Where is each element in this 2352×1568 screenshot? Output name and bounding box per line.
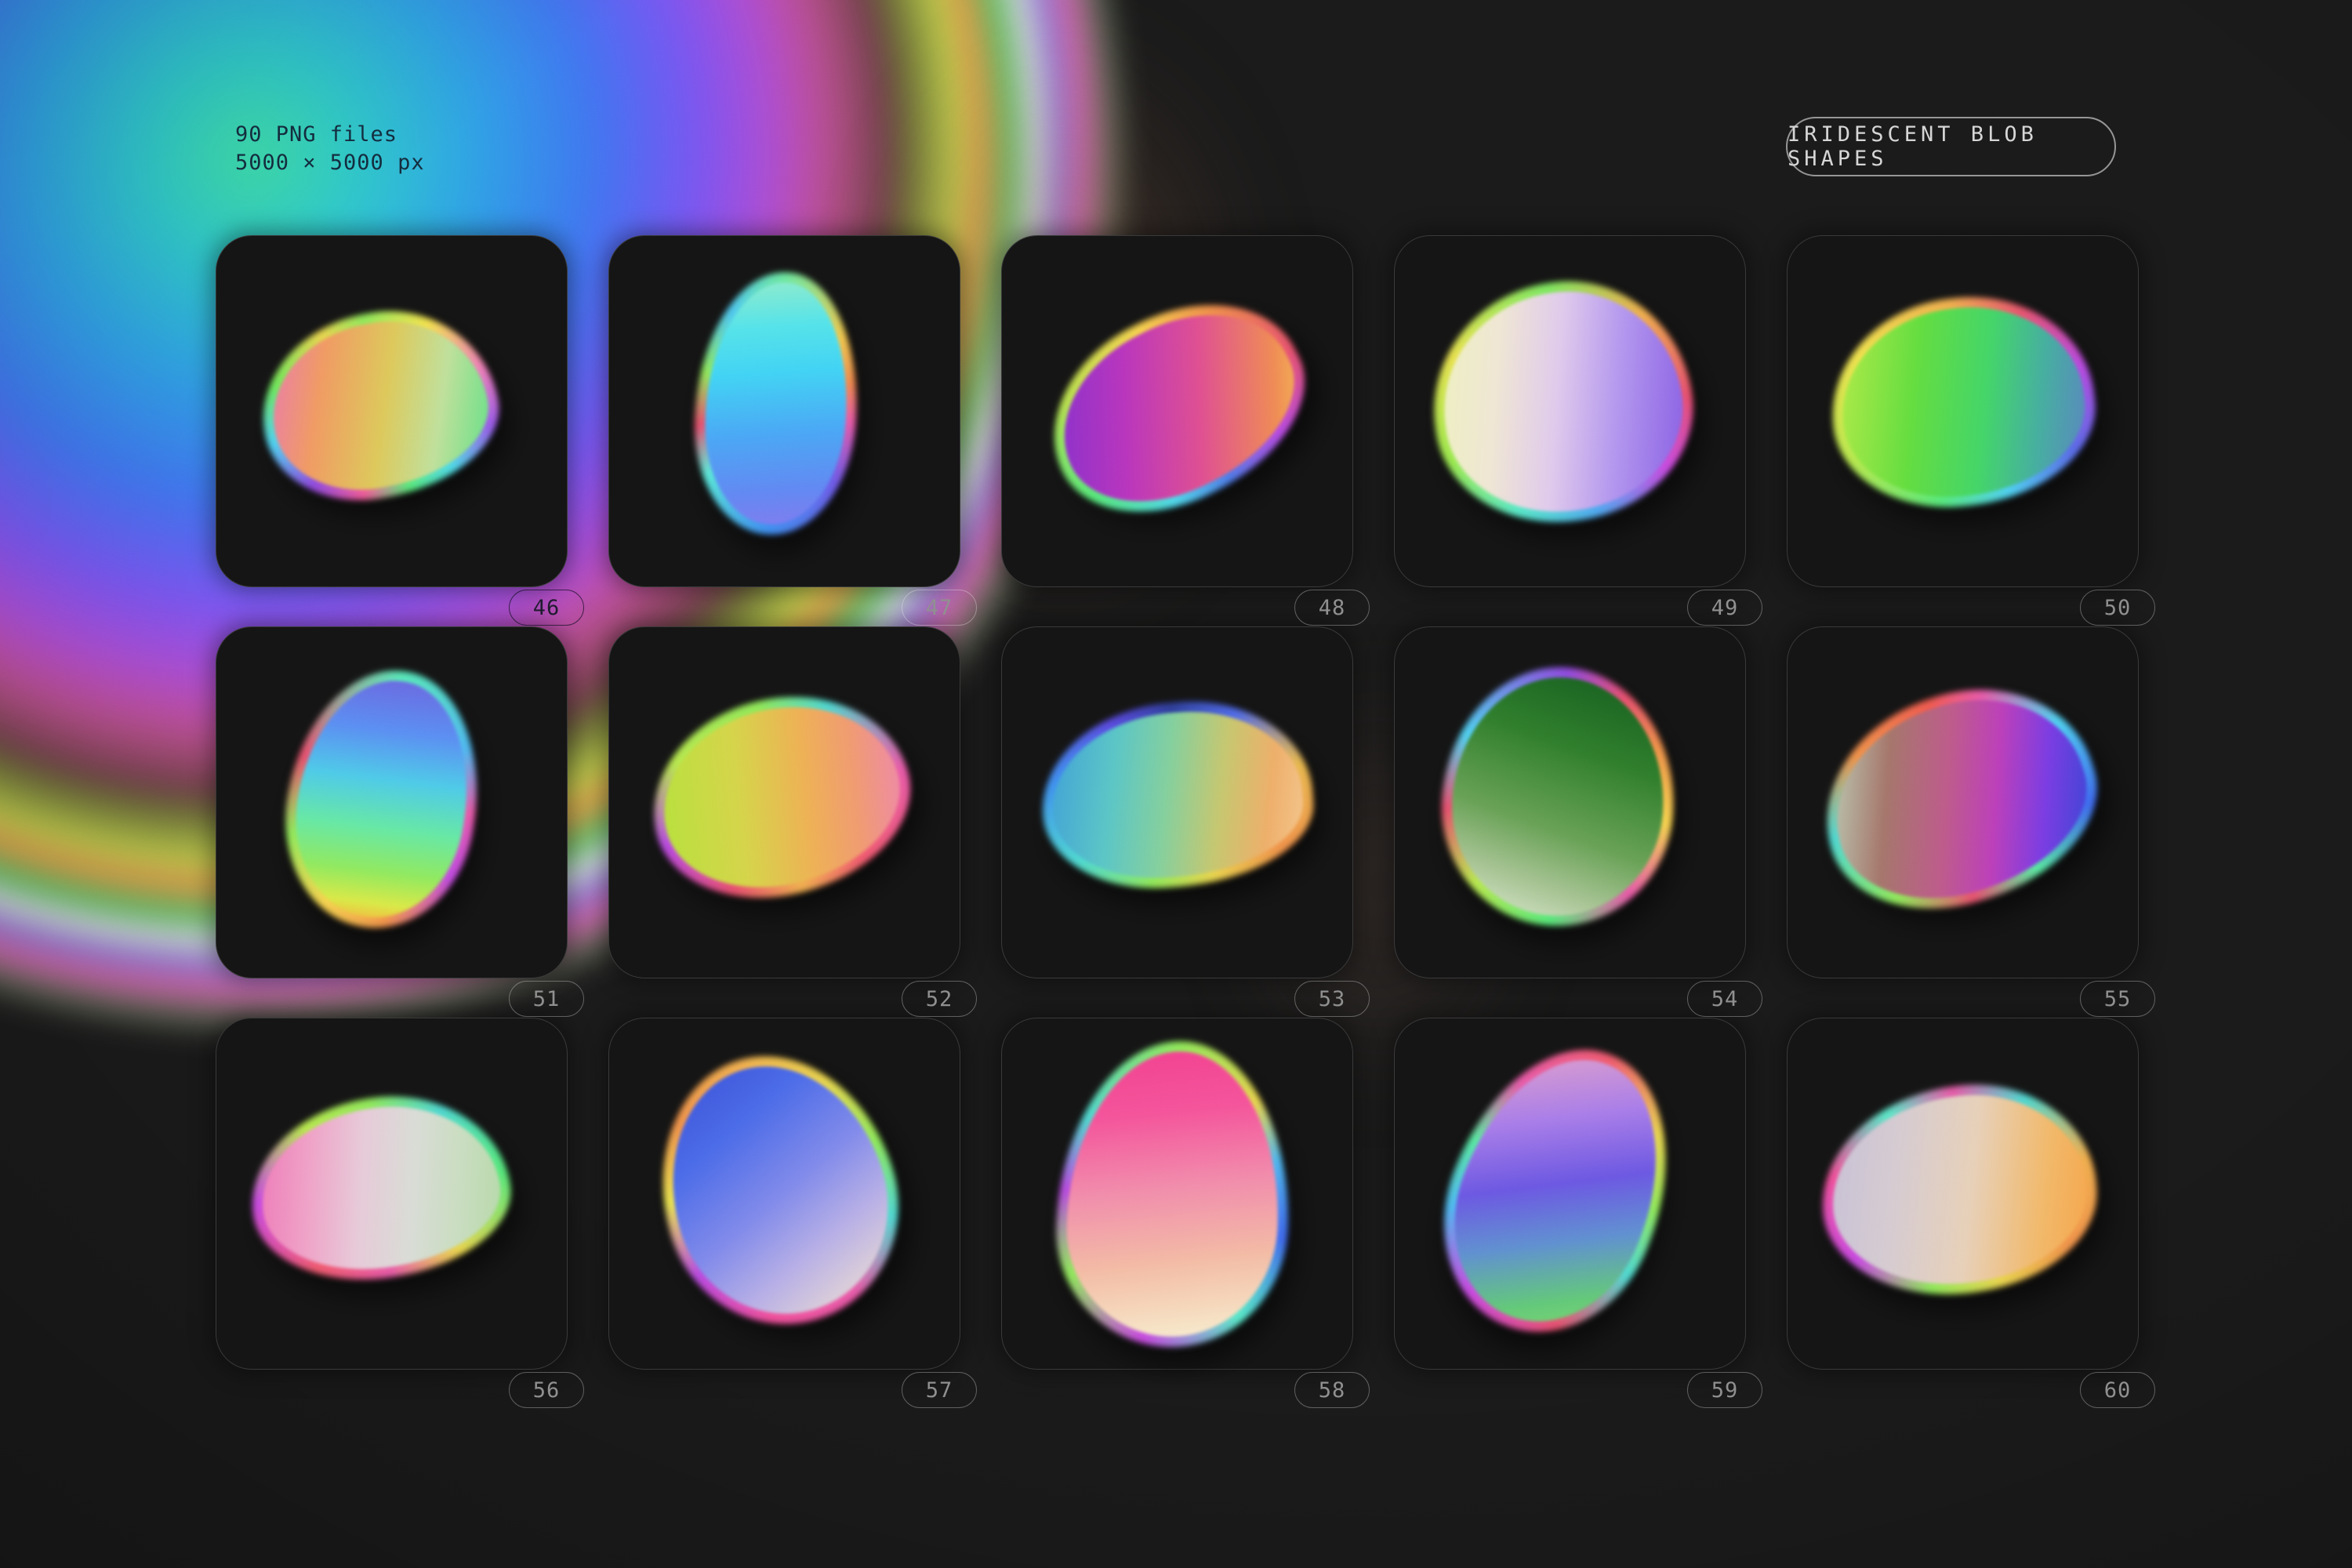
iridescent-blob xyxy=(1052,1036,1294,1350)
iridescent-blob xyxy=(241,1082,520,1293)
iridescent-blob xyxy=(688,267,866,539)
title-pill: IRIDESCENT BLOB SHAPES xyxy=(1786,117,2116,176)
blob-card: 52 xyxy=(608,626,960,1018)
blob-card: 49 xyxy=(1394,235,1746,627)
blob-card: 59 xyxy=(1394,1018,1746,1410)
iridescent-blob xyxy=(1417,266,1707,539)
card-number-badge: 60 xyxy=(2080,1372,2155,1408)
card-number-badge: 48 xyxy=(1294,590,1370,626)
blob-card: 54 xyxy=(1394,626,1746,1018)
card-number-badge: 49 xyxy=(1687,590,1762,626)
card-number-badge: 51 xyxy=(509,981,584,1017)
file-meta: 90 PNG files 5000 × 5000 px xyxy=(235,121,425,177)
card-number-badge: 52 xyxy=(902,981,977,1017)
iridescent-blob xyxy=(269,656,495,941)
card-number-badge: 57 xyxy=(902,1372,977,1408)
iridescent-blob xyxy=(1036,693,1319,895)
blob-card: 53 xyxy=(1001,626,1353,1018)
blob-card: 56 xyxy=(216,1018,568,1410)
iridescent-blob xyxy=(1820,283,2106,521)
page-background: 90 PNG files 5000 × 5000 px IRIDESCENT B… xyxy=(0,0,2352,1568)
iridescent-blob xyxy=(1434,659,1682,934)
blob-card: 60 xyxy=(1787,1018,2139,1410)
card-number-badge: 53 xyxy=(1294,981,1370,1017)
card-number-badge: 55 xyxy=(2080,981,2155,1017)
file-meta-line2: 5000 × 5000 px xyxy=(235,151,425,175)
blob-card: 48 xyxy=(1001,235,1353,627)
iridescent-blob xyxy=(1815,1076,2103,1303)
title-pill-label: IRIDESCENT BLOB SHAPES xyxy=(1788,122,2114,171)
blob-card: 46 xyxy=(216,235,568,627)
card-number-badge: 54 xyxy=(1687,981,1762,1017)
card-number-badge: 58 xyxy=(1294,1372,1370,1408)
card-number-badge: 59 xyxy=(1687,1372,1762,1408)
blob-card: 58 xyxy=(1001,1018,1353,1410)
card-number-badge: 47 xyxy=(902,590,977,626)
grid: 464748495051525354555657585960 xyxy=(0,0,2352,1568)
card-number-badge: 56 xyxy=(509,1372,584,1408)
blob-card: 47 xyxy=(608,235,960,627)
card-number-badge: 50 xyxy=(2080,590,2155,626)
file-meta-line1: 90 PNG files xyxy=(235,122,397,147)
card-number-badge: 46 xyxy=(509,590,584,626)
blob-card: 51 xyxy=(216,626,568,1018)
blob-card: 55 xyxy=(1787,626,2139,1018)
blob-card: 57 xyxy=(608,1018,960,1410)
blob-card: 50 xyxy=(1787,235,2139,627)
